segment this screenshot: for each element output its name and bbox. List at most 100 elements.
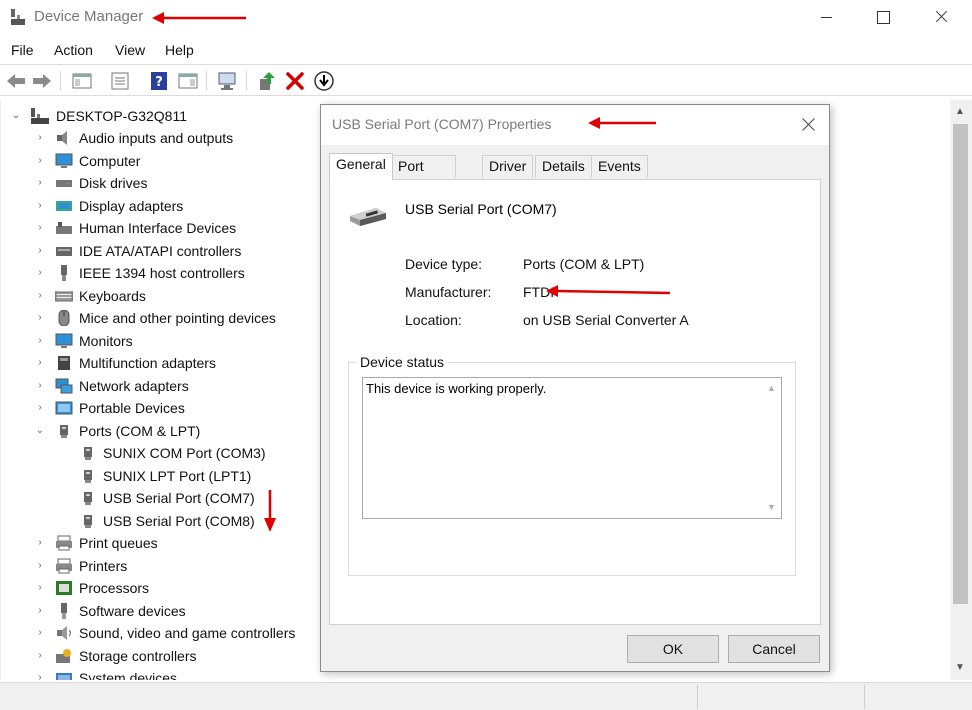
dialog-title: USB Serial Port (COM7) Properties — [332, 116, 552, 132]
maximize-button[interactable] — [872, 6, 894, 28]
menu-action[interactable]: Action — [54, 42, 93, 58]
tree-scrollbar[interactable]: ▲ ▼ — [950, 100, 972, 680]
tree-item-label: IDE ATA/ATAPI controllers — [79, 242, 242, 259]
scroll-down-icon[interactable]: ▼ — [955, 662, 965, 673]
dialog-title-bar: USB Serial Port (COM7) Properties — [321, 105, 829, 145]
chevron-down-icon[interactable]: ⌄ — [35, 420, 45, 442]
cancel-button[interactable]: Cancel — [728, 635, 820, 663]
device-status-text: This device is working properly. — [366, 381, 547, 396]
tab-events[interactable]: Events — [591, 155, 648, 178]
chevron-right-icon[interactable]: › — [35, 532, 45, 554]
chevron-right-icon[interactable]: › — [35, 645, 45, 667]
device-name: USB Serial Port (COM7) — [405, 201, 557, 217]
tree-item-label: Portable Devices — [79, 400, 185, 416]
chevron-right-icon[interactable]: › — [35, 555, 45, 577]
chevron-right-icon[interactable]: › — [35, 172, 45, 194]
chevron-right-icon[interactable]: › — [35, 577, 45, 599]
status-scrollbar[interactable]: ▲ ▼ — [763, 378, 781, 518]
chevron-right-icon[interactable]: › — [35, 240, 45, 262]
processor-icon — [56, 581, 72, 595]
chevron-down-icon[interactable]: ⌄ — [11, 105, 21, 127]
uninstall-icon[interactable] — [284, 70, 306, 92]
device-status-textbox[interactable]: This device is working properly. ▲ ▼ — [362, 377, 782, 519]
tree-root-label: DESKTOP-G32Q811 — [56, 108, 187, 124]
chevron-right-icon[interactable]: › — [35, 397, 45, 419]
chevron-right-icon[interactable]: › — [35, 667, 45, 680]
annotation-arrow-title — [152, 12, 246, 24]
printer-icon — [56, 558, 72, 573]
device-status-group: Device status This device is working pro… — [348, 354, 796, 576]
window-title: Device Manager — [34, 8, 144, 25]
menu-file[interactable]: File — [11, 42, 34, 58]
back-arrow-icon[interactable] — [5, 70, 27, 92]
scroll-up-icon[interactable]: ▲ — [767, 383, 776, 393]
chevron-right-icon[interactable]: › — [35, 262, 45, 284]
scroll-down-icon[interactable]: ▼ — [767, 502, 776, 512]
close-button[interactable] — [930, 6, 952, 28]
disable-device-icon[interactable] — [313, 70, 335, 92]
tab-general[interactable]: General — [329, 153, 393, 180]
show-hide-console-tree-icon[interactable] — [71, 70, 93, 92]
multifunction-icon — [58, 356, 70, 370]
system-device-icon — [56, 673, 72, 680]
manufacturer-label: Manufacturer: — [405, 284, 492, 300]
chevron-right-icon[interactable]: › — [35, 195, 45, 217]
status-separator — [697, 685, 698, 709]
storage-icon — [56, 648, 71, 663]
chevron-right-icon[interactable]: › — [35, 285, 45, 307]
tree-item-label: IEEE 1394 host controllers — [79, 265, 245, 281]
scroll-up-icon[interactable]: ▲ — [955, 106, 965, 117]
chevron-right-icon[interactable]: › — [35, 600, 45, 622]
tree-item-label: Sound, video and game controllers — [79, 625, 296, 641]
tab-port-settings[interactable]: Port Settings — [391, 155, 456, 195]
chevron-right-icon[interactable]: › — [35, 352, 45, 374]
tree-item-label: Ports (COM & LPT) — [79, 422, 201, 439]
chevron-right-icon[interactable]: › — [35, 217, 45, 239]
printer-icon — [56, 535, 72, 551]
update-driver-icon[interactable] — [256, 70, 278, 92]
tree-item-label: Display adapters — [79, 197, 184, 214]
chevron-right-icon[interactable]: › — [35, 127, 45, 149]
scrollbar-thumb[interactable] — [953, 124, 968, 604]
tree-item-label: SUNIX COM Port (COM3) — [103, 445, 266, 461]
ieee1394-icon — [61, 265, 67, 281]
chevron-right-icon[interactable]: › — [35, 150, 45, 172]
speaker-icon — [57, 131, 67, 145]
portable-device-icon — [55, 401, 73, 415]
disk-drive-icon — [56, 180, 72, 187]
monitor-icon — [55, 333, 73, 348]
menu-view[interactable]: View — [115, 42, 145, 58]
menu-help[interactable]: Help — [165, 42, 194, 58]
tab-driver[interactable]: Driver — [482, 155, 534, 178]
tree-item-label: Network adapters — [79, 377, 189, 394]
dialog-close-button[interactable] — [799, 116, 817, 134]
chevron-right-icon[interactable]: › — [35, 330, 45, 352]
tab-details[interactable]: Details — [535, 155, 592, 178]
properties-icon[interactable] — [109, 70, 131, 92]
software-device-icon — [61, 602, 67, 619]
tree-item-label: Computer — [79, 152, 141, 169]
forward-arrow-icon[interactable] — [31, 70, 53, 92]
tree-item-label: Multifunction adapters — [79, 355, 216, 371]
ide-controller-icon — [56, 246, 72, 256]
help-icon[interactable]: ? — [148, 70, 170, 92]
svg-text:?: ? — [155, 75, 163, 90]
scan-hardware-icon[interactable] — [216, 70, 238, 92]
mouse-icon — [58, 310, 70, 326]
annotation-arrow-dialog-title — [588, 117, 656, 129]
menu-bar: File Action View Help — [0, 38, 972, 62]
keyboard-icon — [55, 291, 73, 301]
tree-item-label: System devices — [79, 670, 178, 680]
chevron-right-icon[interactable]: › — [35, 375, 45, 397]
tree-item-label: Keyboards — [79, 287, 146, 304]
action-pane-icon[interactable] — [177, 70, 199, 92]
port-icon — [84, 492, 92, 505]
chevron-right-icon[interactable]: › — [35, 622, 45, 644]
hid-icon — [56, 222, 72, 234]
minimize-button[interactable] — [816, 6, 838, 28]
port-icon — [84, 447, 92, 460]
ok-button[interactable]: OK — [627, 635, 719, 663]
tree-item-label: Mice and other pointing devices — [79, 310, 276, 326]
computer-root-icon — [31, 108, 49, 124]
chevron-right-icon[interactable]: › — [35, 307, 45, 329]
